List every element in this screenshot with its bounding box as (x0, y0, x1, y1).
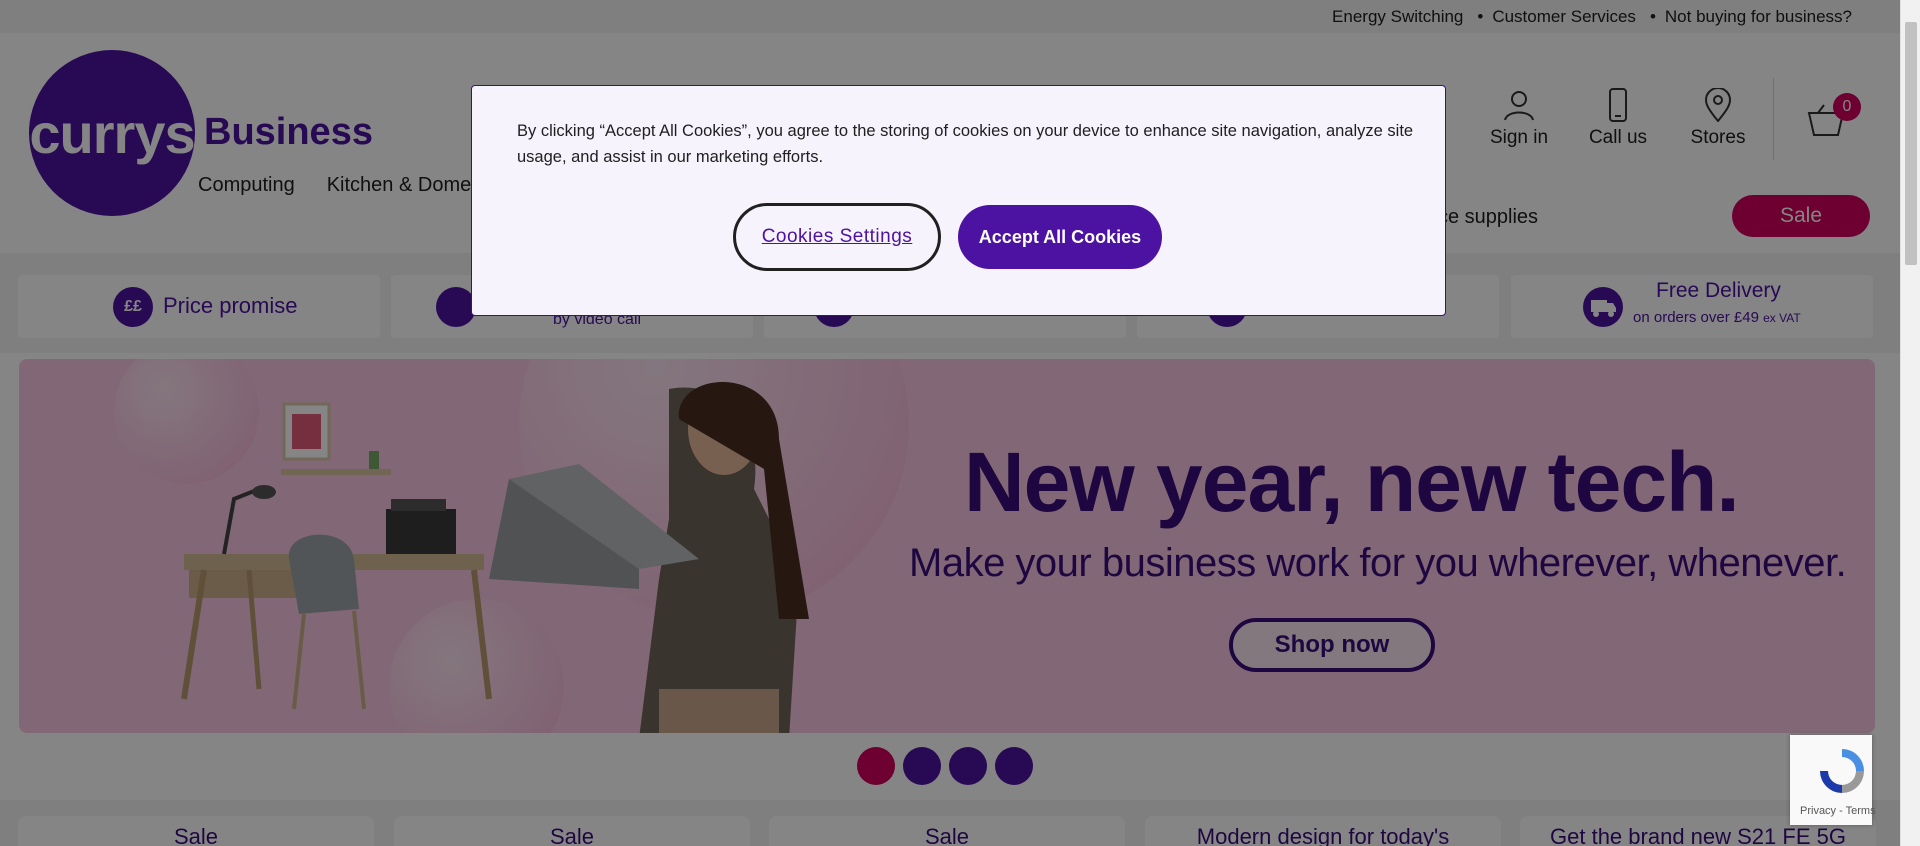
recaptcha-separator: - (1839, 805, 1843, 817)
scrollbar-thumb[interactable] (1905, 22, 1917, 265)
page-scrollbar[interactable] (1900, 0, 1920, 846)
accept-all-cookies-button[interactable]: Accept All Cookies (958, 205, 1162, 269)
recaptcha-links: Privacy - Terms (1800, 805, 1876, 817)
cookies-settings-button[interactable]: Cookies Settings (733, 203, 941, 271)
recaptcha-icon (1820, 749, 1864, 793)
recaptcha-badge[interactable]: Privacy - Terms (1790, 735, 1876, 825)
cookie-consent-text: By clicking “Accept All Cookies”, you ag… (517, 122, 1414, 166)
recaptcha-privacy-link[interactable]: Privacy (1800, 805, 1836, 817)
recaptcha-terms-link[interactable]: Terms (1846, 805, 1876, 817)
cookie-consent-dialog: By clicking “Accept All Cookies”, you ag… (471, 85, 1446, 316)
